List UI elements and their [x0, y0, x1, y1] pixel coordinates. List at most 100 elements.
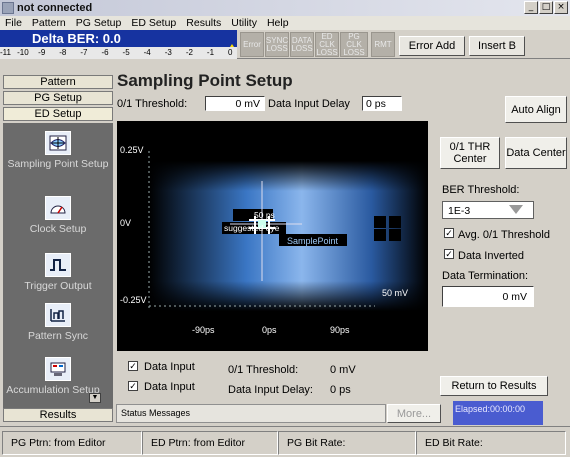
- ed-pattern-status: ED Ptrn: from Editor: [142, 431, 278, 455]
- menu-results[interactable]: Results: [186, 17, 221, 29]
- alarm-pg-clk-loss: PG CLK LOSS: [340, 32, 368, 57]
- legend-delay-value: 0 ps: [330, 384, 351, 396]
- nav-item-label: Trigger Output: [24, 280, 92, 292]
- pg-bit-rate-status: PG Bit Rate:: [278, 431, 416, 455]
- return-to-results-button[interactable]: Return to Results: [440, 376, 548, 396]
- nav-pg-setup[interactable]: PG Setup: [3, 91, 113, 105]
- avg-threshold-checkbox[interactable]: ✓: [444, 228, 454, 238]
- nav-ed-setup[interactable]: ED Setup: [3, 107, 113, 121]
- status-bar: PG Ptrn: from Editor ED Ptrn: from Edito…: [0, 426, 570, 457]
- eye-height-label: 50 mV: [382, 288, 408, 298]
- y-tick-label: -0.25V: [120, 295, 147, 305]
- auto-align-button[interactable]: Auto Align: [505, 96, 567, 123]
- data-inverted-checkbox[interactable]: ✓: [444, 249, 454, 259]
- menu-help[interactable]: Help: [267, 17, 289, 29]
- legend-delay-label: Data Input Delay:: [228, 384, 313, 396]
- eye-width-label: 50 ps: [254, 210, 275, 220]
- menu-ed-setup[interactable]: ED Setup: [131, 17, 176, 29]
- ed-bit-rate-status: ED Bit Rate:: [416, 431, 566, 455]
- ber-scale-tick: -10: [17, 48, 29, 57]
- menu-pg-setup[interactable]: PG Setup: [76, 17, 122, 29]
- delta-ber-title: Delta BER: 0.0: [32, 31, 121, 46]
- ber-scale-tick: -7: [80, 48, 88, 57]
- expand-icon[interactable]: ▼: [89, 393, 101, 403]
- y-tick-label: 0.25V: [120, 145, 144, 155]
- menu-pattern[interactable]: Pattern: [32, 17, 66, 29]
- suggested-eye-label: suggested eye: [224, 223, 280, 233]
- delta-ber-display: Delta BER: 0.0 -11 -10 -9 -8 -7 -6 -5 -4 -3 -2 -1 0: [0, 30, 237, 59]
- more-button[interactable]: More...: [387, 404, 441, 423]
- data-termination-label: Data Termination:: [442, 270, 529, 282]
- pattern-sync-icon: [45, 303, 71, 327]
- legend-threshold-label: 0/1 Threshold:: [228, 364, 299, 376]
- alarm-error: Error: [240, 32, 264, 57]
- x-tick-label: 0ps: [262, 325, 277, 335]
- dropdown-arrow-icon: [509, 205, 523, 214]
- input-delay-field[interactable]: 0 ps: [362, 96, 402, 111]
- sample-point-label: SamplePoint: [287, 236, 339, 246]
- ber-scale-tick: -4: [143, 48, 151, 57]
- elapsed-timer: Elapsed:00:00:00: [453, 401, 543, 425]
- thr-center-button[interactable]: 0/1 THR Center: [440, 137, 500, 169]
- ber-threshold-label: BER Threshold:: [442, 184, 520, 196]
- y-ticks: 0.25V 0V -0.25V: [120, 145, 147, 305]
- toolbar: Delta BER: 0.0 -11 -10 -9 -8 -7 -6 -5 -4 -3 -2 -1 0…: [0, 30, 570, 59]
- alarm-data-loss: DATA LOSS: [290, 32, 314, 57]
- nav-item-clock-setup[interactable]: Clock Setup: [3, 196, 113, 235]
- ber-scale-tick: 0: [228, 48, 233, 57]
- status-messages: Status Messages: [116, 404, 386, 423]
- nav-item-label: Pattern Sync: [27, 330, 89, 342]
- error-add-button[interactable]: Error Add: [399, 36, 465, 56]
- avg-threshold-label: Avg. 0/1 Threshold: [458, 229, 550, 241]
- nav-results[interactable]: Results: [3, 408, 113, 422]
- title-bar: not connected _ □ ×: [0, 0, 570, 16]
- data-termination-field[interactable]: 0 mV: [442, 286, 534, 307]
- threshold-label: 0/1 Threshold:: [117, 98, 188, 110]
- page-title: Sampling Point Setup: [117, 71, 293, 90]
- window-title: not connected: [17, 2, 93, 14]
- alarm-ed-clk-loss: ED CLK LOSS: [315, 31, 339, 57]
- x-ticks: -90ps 0ps 90ps: [192, 325, 350, 335]
- close-button[interactable]: ×: [554, 1, 568, 14]
- y-tick-label: 0V: [120, 218, 131, 228]
- input-delay-label: Data Input Delay: [268, 98, 350, 110]
- ber-threshold-value: 1E-3: [448, 205, 471, 217]
- trigger-pulse-icon: [45, 253, 71, 277]
- ber-threshold-select[interactable]: 1E-3: [442, 201, 534, 219]
- minimize-button[interactable]: _: [524, 1, 538, 14]
- data-inverted-label: Data Inverted: [458, 250, 525, 262]
- sampling-point-icon: [45, 131, 71, 155]
- nav-item-sampling-point-setup[interactable]: Sampling Point Setup: [3, 131, 113, 170]
- nav-item-trigger-output[interactable]: Trigger Output: [3, 253, 113, 292]
- nav-list: Sampling Point Setup Clock Setup Trigger…: [3, 123, 113, 408]
- threshold-field[interactable]: 0 mV: [205, 96, 265, 111]
- maximize-button[interactable]: □: [539, 1, 553, 14]
- accumulation-icon: [45, 357, 71, 381]
- window-controls: _ □ ×: [524, 1, 568, 14]
- app-icon: [2, 2, 14, 14]
- nav-item-pattern-sync[interactable]: Pattern Sync: [3, 303, 113, 342]
- alarm-sync-loss: SYNC LOSS: [265, 32, 289, 57]
- navigation-panel: Pattern PG Setup ED Setup Sampling Point…: [3, 75, 113, 422]
- menu-bar: File Pattern PG Setup ED Setup Results U…: [0, 16, 570, 30]
- alarm-rmt: RMT: [371, 32, 395, 57]
- x-tick-label: 90ps: [330, 325, 350, 335]
- ber-scale-tick: -11: [0, 48, 11, 57]
- clock-gauge-icon: [45, 196, 71, 220]
- nav-item-label: Clock Setup: [29, 223, 87, 235]
- ber-scale: -11 -10 -9 -8 -7 -6 -5 -4 -3 -2 -1 0: [0, 47, 237, 59]
- data-input-label-1: Data Input: [144, 361, 195, 373]
- ber-scale-tick: -5: [122, 48, 130, 57]
- ber-scale-tick: -3: [164, 48, 172, 57]
- nav-item-accumulation-setup[interactable]: Accumulation Setup ▼: [3, 357, 113, 403]
- data-input-label-2: Data Input: [144, 381, 195, 393]
- menu-utility[interactable]: Utility: [231, 17, 257, 29]
- nav-pattern[interactable]: Pattern: [3, 75, 113, 89]
- sampling-plot[interactable]: -90ps 0ps 90ps 0.25V 0V -0.25V 50 ps suggest…: [117, 121, 428, 351]
- ber-scale-tick: -1: [206, 48, 215, 57]
- data-input-checkbox-2[interactable]: ✓: [128, 381, 138, 391]
- menu-file[interactable]: File: [5, 17, 22, 29]
- insert-b-button[interactable]: Insert B: [469, 36, 525, 56]
- data-input-checkbox-1[interactable]: ✓: [128, 361, 138, 371]
- data-center-button[interactable]: Data Center: [505, 137, 567, 169]
